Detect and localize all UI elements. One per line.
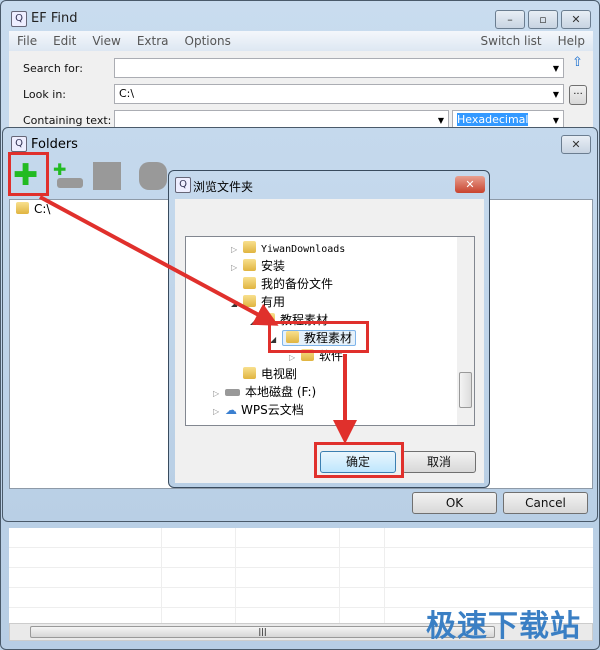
annotation-arrow [39,195,279,326]
annotation-arrows [39,195,357,444]
